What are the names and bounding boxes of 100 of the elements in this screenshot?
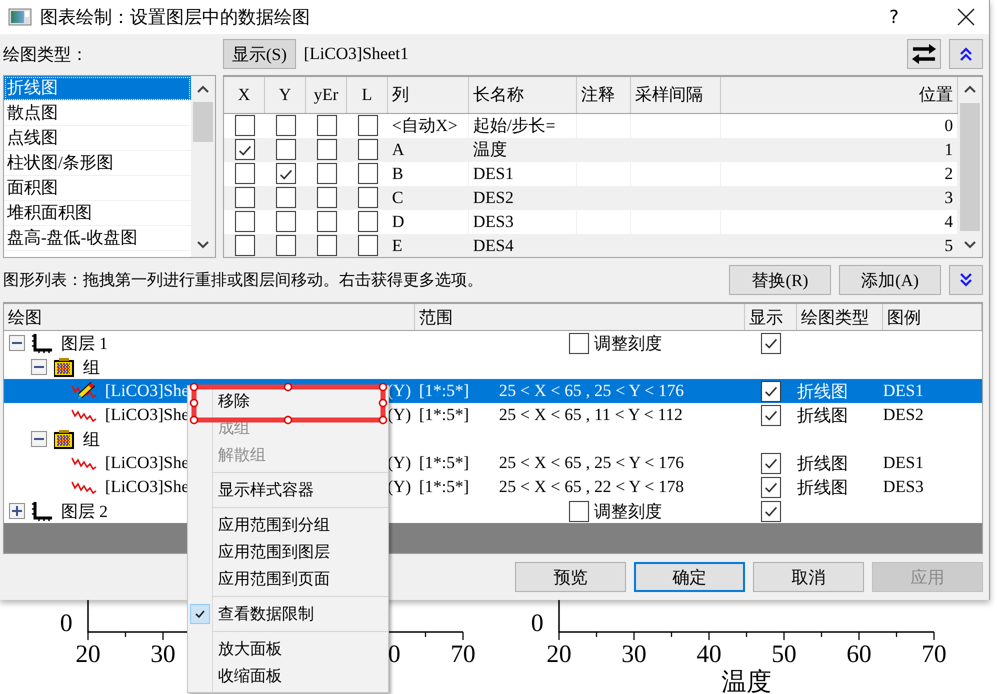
checkbox[interactable] (358, 211, 378, 232)
checkbox[interactable] (234, 163, 254, 184)
column-header[interactable]: 显示 (745, 304, 797, 330)
checkbox[interactable] (316, 139, 336, 160)
plot-label[interactable]: [LiCO3]She (105, 477, 190, 497)
legend-text: DES3 (883, 477, 924, 497)
replace-button[interactable]: 替换(R) (729, 265, 831, 295)
caret-up-icon (964, 85, 976, 94)
checkbox[interactable] (358, 115, 378, 136)
checkbox[interactable] (276, 235, 296, 256)
column-header[interactable]: 绘图 (4, 304, 415, 330)
menu-item[interactable]: 收缩面板 (188, 663, 388, 690)
menu-item[interactable]: 放大面板 (188, 636, 388, 663)
checkbox[interactable] (761, 500, 781, 522)
add-button[interactable]: 添加(A) (839, 265, 941, 295)
checkbox[interactable] (569, 332, 589, 354)
caret-down-icon (964, 240, 976, 248)
legend-text: DES2 (883, 405, 924, 425)
dialog-button[interactable]: 取消 (753, 562, 864, 592)
checkbox[interactable] (276, 187, 296, 208)
tree-item-label[interactable]: 组 (83, 428, 100, 450)
checkbox[interactable] (761, 332, 781, 354)
scrollbar-thumb[interactable] (193, 102, 213, 142)
checkbox[interactable] (761, 476, 781, 498)
swap-arrows-icon (911, 43, 937, 66)
tree-item-label[interactable]: 图层 1 (61, 332, 108, 354)
checkbox[interactable] (316, 187, 336, 208)
checkbox[interactable] (569, 500, 589, 522)
column-header[interactable]: L (347, 76, 388, 113)
tree-toggle[interactable] (9, 503, 25, 519)
folder-grid-icon (53, 356, 75, 378)
checkbox[interactable] (234, 211, 254, 232)
column-header[interactable]: Y (265, 76, 306, 113)
checkbox[interactable] (276, 163, 296, 184)
column-header[interactable]: X (224, 76, 265, 113)
collapse-button[interactable] (949, 39, 983, 70)
scrollbar-thumb[interactable] (960, 102, 980, 231)
checkbox[interactable] (761, 452, 781, 474)
plot-label[interactable]: [LiCO3]She (105, 453, 190, 473)
menu-item[interactable]: 查看数据限制 (188, 601, 388, 628)
tree-item-label[interactable]: 图层 2 (61, 500, 108, 522)
data-limits: 25 < X < 65 , 25 < Y < 176 (499, 453, 684, 473)
plot-label[interactable]: [LiCO3]She (105, 381, 190, 401)
tick-label: 30 (150, 641, 176, 668)
tree-toggle[interactable] (31, 431, 47, 447)
checkbox[interactable] (316, 163, 336, 184)
table-cell: DES4 (469, 234, 577, 257)
column-header[interactable]: 列 (388, 76, 469, 113)
plot-type: 折线图 (797, 380, 848, 402)
menu-item[interactable]: 应用范围到图层 (188, 539, 388, 566)
tick-label: 60 (846, 641, 872, 668)
checkbox[interactable] (316, 211, 336, 232)
tree-item-label[interactable]: 组 (83, 356, 100, 378)
tree-toggle[interactable] (9, 335, 25, 351)
checkbox[interactable] (276, 115, 296, 136)
checkbox[interactable] (761, 404, 781, 426)
menu-item[interactable]: 应用范围到分组 (188, 512, 388, 539)
checkbox[interactable] (234, 235, 254, 256)
column-header[interactable]: yEr (306, 76, 347, 113)
menu-item[interactable]: 应用范围到页面 (188, 566, 388, 593)
column-header[interactable]: 范围 (415, 304, 745, 330)
column-header[interactable]: 采样间隔 (631, 76, 721, 113)
show-button[interactable]: 显示(S) (223, 39, 296, 70)
checkbox[interactable] (358, 235, 378, 256)
plot-label[interactable]: [LiCO3]She (105, 405, 190, 425)
double-chevron-up-icon (959, 46, 973, 62)
dialog-button[interactable]: 确定 (634, 562, 745, 592)
checkbox[interactable] (276, 211, 296, 232)
scrollbar[interactable] (191, 76, 215, 257)
checkbox[interactable] (276, 139, 296, 160)
dialog-button[interactable]: 预览 (515, 562, 626, 592)
tick-label: 0 (531, 610, 544, 637)
checkbox[interactable] (316, 115, 336, 136)
help-button[interactable]: ? (879, 2, 909, 32)
axes-icon (31, 500, 53, 522)
pencil-line-icon (71, 382, 97, 400)
app-icon (8, 7, 32, 27)
double-chevron-down-icon (959, 272, 973, 288)
folder-grid-icon (53, 428, 75, 450)
column-header[interactable]: 长名称 (469, 76, 577, 113)
column-header[interactable]: 注释 (577, 76, 631, 113)
scrollbar[interactable] (958, 76, 982, 257)
checkbox[interactable] (358, 187, 378, 208)
tick-label: 30 (622, 641, 646, 668)
list-item[interactable]: 折线图 (4, 76, 191, 101)
column-header[interactable]: 图例 (883, 304, 982, 330)
tree-toggle[interactable] (31, 359, 47, 375)
menu-item[interactable]: 显示样式容器 (188, 477, 388, 504)
checkbox[interactable] (358, 139, 378, 160)
checkbox[interactable] (234, 187, 254, 208)
column-header[interactable]: 绘图类型 (797, 304, 883, 330)
checkbox[interactable] (234, 139, 254, 160)
checkbox[interactable] (234, 115, 254, 136)
checkbox[interactable] (358, 163, 378, 184)
checkbox[interactable] (761, 380, 781, 402)
expand-button[interactable] (949, 265, 983, 295)
range-text: [1*:5*] (419, 477, 470, 497)
checkbox[interactable] (316, 235, 336, 256)
swap-button[interactable] (907, 39, 941, 70)
axes-icon (31, 332, 53, 354)
